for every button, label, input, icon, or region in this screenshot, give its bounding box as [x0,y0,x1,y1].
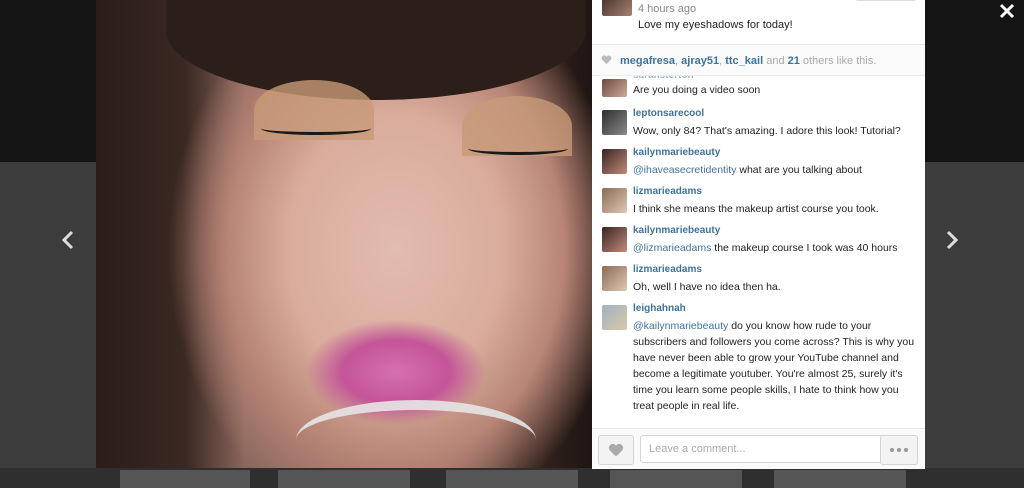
comment-bar [592,428,925,469]
likes-and: and [763,55,788,67]
comment-text: Wow, only 84? That's amazing. I adore th… [633,123,918,139]
heart-icon [608,443,624,456]
avatar[interactable] [602,305,627,330]
likes-summary: megafresa, ajray51, ttc_kail and 21 othe… [620,55,876,67]
follow-button[interactable] [855,0,917,1]
list-item: sarahsterton Are you doing a video soon [592,76,925,98]
post-photo [96,0,592,468]
avatar[interactable] [602,110,627,135]
photo-eye [468,142,568,155]
comment-username[interactable]: lizmarieadams [633,186,702,197]
comment-text: @lizmarieadams the makeup course I took … [633,240,918,256]
comment-username[interactable]: kailynmariebeauty [633,147,720,158]
comment-username[interactable]: leptonsarecool [633,108,704,119]
previous-photo-button[interactable] [56,224,80,256]
photo-modal: 4 hours ago Love my eyeshadows for today… [96,0,925,469]
avatar[interactable] [602,149,627,174]
list-item: leighahnah @kailynmariebeauty do you kno… [592,303,925,423]
comment-text: @ihaveasecretidentity what are you talki… [633,162,918,178]
liker-link[interactable]: ttc_kail [725,55,763,67]
comment-body: Wow, only 84? That's amazing. I adore th… [633,125,901,137]
post-caption: Love my eyeshadows for today! [638,19,793,31]
comments-list[interactable]: sarahsterton Are you doing a video soon … [592,76,925,428]
avatar[interactable] [602,188,627,213]
comment-username[interactable]: lizmarieadams [633,264,702,275]
chevron-left-icon [61,230,74,250]
comment-body: Oh, well I have no idea then ha. [633,281,781,293]
thumbnail[interactable] [120,470,250,488]
comment-body: do you know how rude to your subscribers… [633,320,915,412]
photo-necklace [296,400,536,468]
comment-body: the makeup course I took was 40 hours [711,242,898,254]
chevron-right-icon [946,230,959,250]
comment-body: what are you talking about [736,164,862,176]
liker-link[interactable]: megafresa [620,55,675,67]
comment-text: I think she means the makeup artist cour… [633,201,918,217]
avatar[interactable] [602,79,627,97]
likes-row: megafresa, ajray51, ttc_kail and 21 othe… [592,45,925,76]
comment-text: Oh, well I have no idea then ha. [633,279,918,295]
comments-panel: 4 hours ago Love my eyeshadows for today… [592,0,925,469]
more-icon [889,448,910,452]
photo-eye [261,122,371,135]
comment-username[interactable]: leighahnah [633,303,686,314]
list-item: kailynmariebeauty @lizmarieadams the mak… [592,225,925,261]
avatar[interactable] [602,266,627,291]
comment-mention[interactable]: @lizmarieadams [633,242,711,254]
more-options-button[interactable] [880,435,918,465]
thumbnail[interactable] [610,470,742,488]
comment-body: I think she means the makeup artist cour… [633,203,879,215]
comment-input[interactable] [640,435,884,463]
next-photo-button[interactable] [940,224,964,256]
likes-count[interactable]: 21 [788,55,800,67]
close-icon[interactable] [998,2,1016,20]
liker-link[interactable]: ajray51 [681,55,719,67]
comment-text: Are you doing a video soon [633,84,761,96]
avatar[interactable] [602,227,627,252]
post-time[interactable]: 4 hours ago [638,3,696,15]
heart-icon [601,55,612,65]
caption-row: 4 hours ago Love my eyeshadows for today… [592,0,925,45]
likes-suffix: others like this. [799,55,877,67]
list-item: kailynmariebeauty @ihaveasecretidentity … [592,147,925,183]
thumbnail[interactable] [278,470,410,488]
list-item: lizmarieadams I think she means the make… [592,186,925,222]
photo-hair [166,0,586,100]
like-button[interactable] [598,435,634,465]
comment-mention[interactable]: @ihaveasecretidentity [633,164,736,176]
comment-username[interactable]: sarahsterton [633,76,694,81]
avatar[interactable] [602,0,632,16]
comment-text: @kailynmariebeauty do you know how rude … [633,318,918,414]
comment-username[interactable]: kailynmariebeauty [633,225,720,236]
comment-mention[interactable]: @kailynmariebeauty [633,320,728,332]
list-item: leptonsarecool Wow, only 84? That's amaz… [592,108,925,144]
thumbnail[interactable] [446,470,578,488]
list-item: lizmarieadams Oh, well I have no idea th… [592,264,925,300]
thumbnail[interactable] [774,470,906,488]
